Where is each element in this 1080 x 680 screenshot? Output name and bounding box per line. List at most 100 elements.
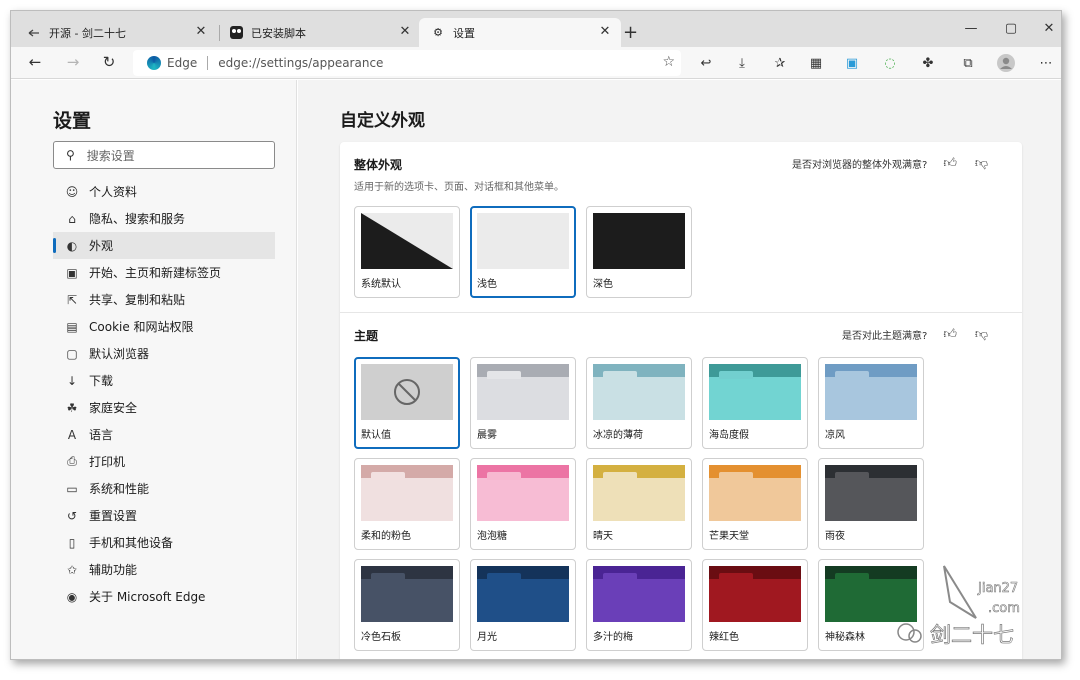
sidebar-item[interactable]: ↺ 重置设置 bbox=[53, 502, 275, 529]
appearance-option-light[interactable]: 浅色 bbox=[470, 206, 576, 298]
download-icon[interactable]: ⤓ bbox=[733, 54, 751, 72]
theme-swatch-body bbox=[593, 579, 685, 622]
theme-swatch-body bbox=[477, 579, 569, 622]
theme-swatch-tab bbox=[371, 472, 405, 480]
theme-option[interactable]: 神秘森林 bbox=[818, 559, 924, 651]
sidebar-item[interactable]: ◉ 关于 Microsoft Edge bbox=[53, 583, 275, 610]
theme-option[interactable]: 默认值 bbox=[354, 357, 460, 449]
tab-title: 设置 bbox=[453, 26, 475, 40]
phone-icon: ▯ bbox=[68, 535, 76, 550]
thumbs-down-icon[interactable]: 👎︎ bbox=[975, 156, 988, 171]
sidebar-item[interactable]: ⌂ 隐私、搜索和服务 bbox=[53, 205, 275, 232]
theme-swatch-body bbox=[709, 579, 801, 622]
theme-option[interactable]: 月光 bbox=[470, 559, 576, 651]
lock-icon: ⌂ bbox=[68, 211, 76, 226]
more-menu-button[interactable]: ⋯ bbox=[1037, 54, 1055, 72]
sidebar-item-label: 开始、主页和新建标签页 bbox=[89, 266, 222, 280]
theme-option[interactable]: 晴天 bbox=[586, 458, 692, 550]
sidebar-item[interactable]: A 语言 bbox=[53, 421, 275, 448]
avatar[interactable] bbox=[997, 54, 1015, 72]
theme-option[interactable]: 海岛度假 bbox=[702, 357, 808, 449]
thumbs-down-icon[interactable]: 👎︎ bbox=[975, 327, 988, 342]
maximize-button[interactable]: ▢ bbox=[1001, 21, 1021, 36]
theme-option[interactable]: 辣红色 bbox=[702, 559, 808, 651]
close-window-button[interactable]: ✕ bbox=[1039, 21, 1059, 36]
search-input[interactable]: ⚲ 搜索设置 bbox=[53, 141, 275, 169]
page-title: 自定义外观 bbox=[340, 111, 425, 131]
sidebar-title: 设置 bbox=[53, 110, 92, 132]
thumbs-up-icon[interactable]: 👍︎ bbox=[943, 156, 957, 171]
sidebar-item[interactable]: ⎙ 打印机 bbox=[53, 448, 275, 475]
new-tab-button[interactable]: + bbox=[623, 22, 638, 43]
sidebar-item[interactable]: ◐ 外观 bbox=[53, 232, 275, 259]
appearance-option-label: 深色 bbox=[593, 279, 613, 290]
theme-swatch-body bbox=[709, 478, 801, 521]
sidebar-item[interactable]: ▤ Cookie 和网站权限 bbox=[53, 313, 275, 340]
browser-window: 开源 - 剑二十七 ✕ 已安装脚本 ✕ ⚙ 设置 ✕ + — ▢ ✕ ← → ↻… bbox=[10, 10, 1062, 660]
close-icon[interactable]: ✕ bbox=[597, 24, 613, 39]
appearance-option-system[interactable]: 系统默认 bbox=[354, 206, 460, 298]
sidebar-item[interactable]: ▣ 开始、主页和新建标签页 bbox=[53, 259, 275, 286]
theme-option[interactable]: 冷色石板 bbox=[354, 559, 460, 651]
appearance-option-dark[interactable]: 深色 bbox=[586, 206, 692, 298]
leaf-icon[interactable]: ◌ bbox=[881, 54, 899, 72]
favorites-icon[interactable]: ✰ bbox=[771, 54, 789, 72]
theme-option[interactable]: 晨雾 bbox=[470, 357, 576, 449]
default-browser-icon: ▢ bbox=[66, 346, 78, 361]
add-favorite-icon[interactable]: ☆ bbox=[662, 54, 675, 70]
sidebar-item-label: Cookie 和网站权限 bbox=[89, 320, 194, 334]
theme-feedback: 是否对此主题满意? 👍︎ 👎︎ bbox=[842, 327, 988, 342]
theme-option[interactable]: 多汁的梅 bbox=[586, 559, 692, 651]
theme-option[interactable]: 凉风 bbox=[818, 357, 924, 449]
extensions-icon[interactable]: ✤ bbox=[919, 54, 937, 72]
theme-option-label: 辣红色 bbox=[709, 632, 739, 643]
theme-option[interactable]: 雨夜 bbox=[818, 458, 924, 550]
extension-icon[interactable]: ↩ bbox=[697, 54, 715, 72]
refresh-button[interactable]: ↻ bbox=[99, 53, 119, 71]
appearance-option-label: 浅色 bbox=[477, 279, 497, 290]
sidebar-item[interactable]: ▢ 默认浏览器 bbox=[53, 340, 275, 367]
settings-main: 自定义外观 整体外观 适用于新的选项卡、页面、对话框和其他菜单。 是否对浏览器的… bbox=[298, 80, 1061, 659]
forward-button[interactable]: → bbox=[63, 53, 83, 71]
theme-swatch-tab bbox=[719, 472, 753, 480]
thumbs-up-icon[interactable]: 👍︎ bbox=[943, 327, 957, 342]
sidebar-item[interactable]: ↓ 下载 bbox=[53, 367, 275, 394]
edge-logo-icon: ◉ bbox=[66, 589, 78, 604]
theme-option[interactable]: 芒果天堂 bbox=[702, 458, 808, 550]
sidebar-item-label: 下载 bbox=[89, 374, 114, 388]
sidebar-item[interactable]: ▭ 系统和性能 bbox=[53, 475, 275, 502]
address-bar[interactable]: Edge edge://settings/appearance ☆ bbox=[133, 50, 681, 76]
back-button[interactable]: ← bbox=[25, 53, 45, 71]
theme-swatch-tab bbox=[835, 472, 869, 480]
theme-option-label: 晴天 bbox=[593, 531, 613, 542]
tab-installed-scripts[interactable]: 已安装脚本 ✕ bbox=[217, 18, 421, 47]
sidebar-item[interactable]: ⇱ 共享、复制和粘贴 bbox=[53, 286, 275, 313]
sidebar-item[interactable]: ▯ 手机和其他设备 bbox=[53, 529, 275, 556]
theme-option[interactable]: 柔和的粉色 bbox=[354, 458, 460, 550]
tab-repo[interactable]: 开源 - 剑二十七 ✕ bbox=[15, 18, 217, 47]
theme-option-label: 多汁的梅 bbox=[593, 632, 633, 643]
sidebar-item[interactable]: ☺ 个人资料 bbox=[53, 178, 275, 205]
sidebar-item[interactable]: ☘ 家庭安全 bbox=[53, 394, 275, 421]
sidebar-item[interactable]: ✩ 辅助功能 bbox=[53, 556, 275, 583]
save-icon[interactable]: ▣ bbox=[843, 54, 861, 72]
tampermonkey-icon[interactable]: ▦ bbox=[807, 54, 825, 72]
theme-swatch-body bbox=[361, 478, 453, 521]
sidebar-item-label: 重置设置 bbox=[89, 509, 138, 523]
sidebar-nav: ☺ 个人资料 ⌂ 隐私、搜索和服务 ◐ 外观 ▣ 开始、主页和新建标签页 ⇱ 共享、复制和粘贴 ▤ C… bbox=[53, 178, 275, 610]
theme-option-label: 冰凉的薄荷 bbox=[593, 430, 643, 441]
collections-icon[interactable]: ⧉ bbox=[959, 54, 977, 72]
theme-option[interactable]: 泡泡糖 bbox=[470, 458, 576, 550]
tab-settings[interactable]: ⚙ 设置 ✕ bbox=[419, 18, 621, 47]
url-text[interactable]: edge://settings/appearance bbox=[218, 56, 383, 70]
theme-preview bbox=[361, 364, 453, 420]
close-icon[interactable]: ✕ bbox=[397, 24, 413, 39]
close-icon[interactable]: ✕ bbox=[193, 24, 209, 39]
sidebar-item-label: 关于 Microsoft Edge bbox=[89, 590, 206, 604]
appearance-preview bbox=[361, 213, 453, 269]
tab-title: 已安装脚本 bbox=[251, 26, 306, 40]
minimize-button[interactable]: — bbox=[961, 21, 981, 36]
settings-sidebar: 设置 ⚲ 搜索设置 ☺ 个人资料 ⌂ 隐私、搜索和服务 ◐ 外观 ▣ 开始、主页和新建标签页 ⇱… bbox=[11, 80, 297, 659]
theme-option[interactable]: 冰凉的薄荷 bbox=[586, 357, 692, 449]
sidebar-item-label: 共享、复制和粘贴 bbox=[89, 293, 186, 307]
